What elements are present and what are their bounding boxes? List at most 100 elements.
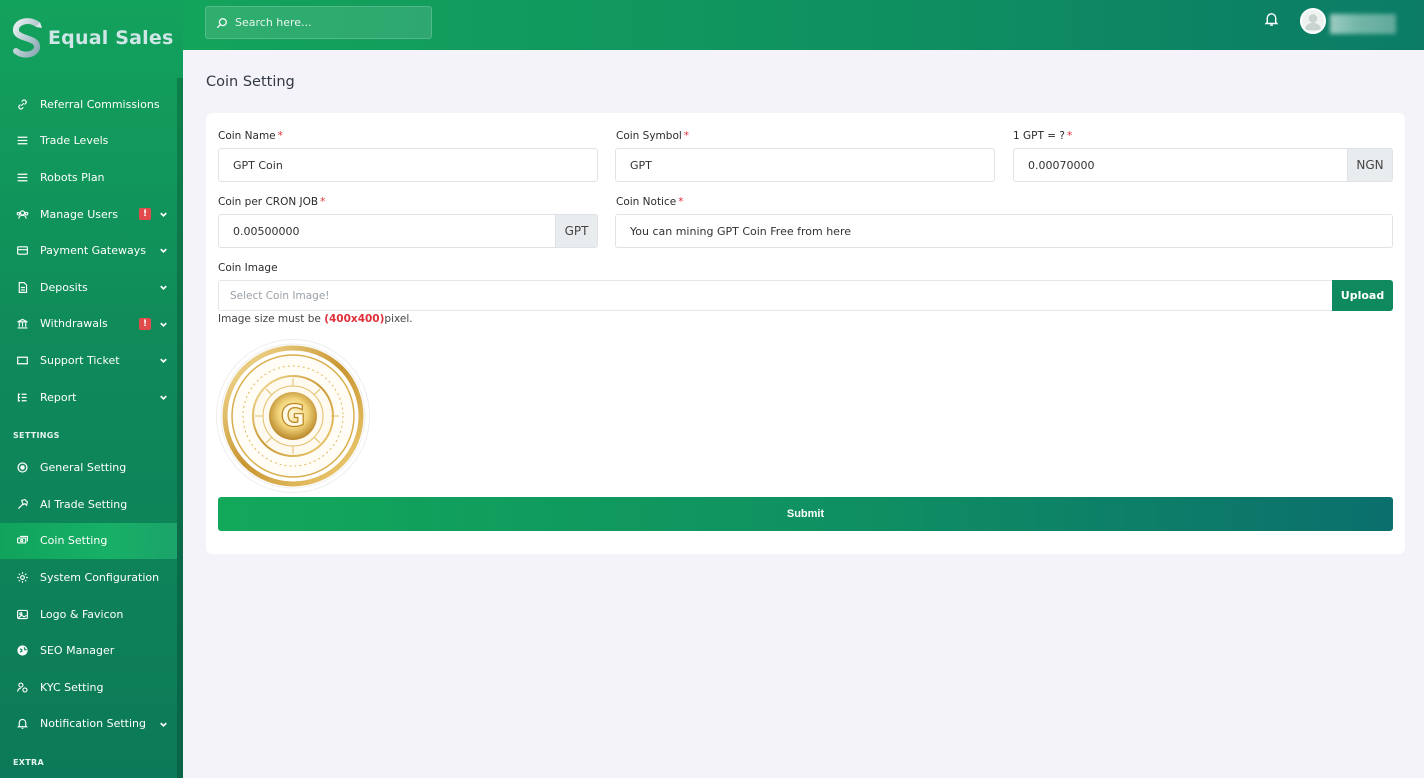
coin-name-label-text: Coin Name (218, 130, 276, 142)
sidebar-item-support-ticket[interactable]: Support Ticket (0, 342, 177, 379)
search-box[interactable] (205, 6, 432, 39)
topbar (183, 0, 1424, 50)
sidebar-item-label: Trade Levels (40, 134, 109, 148)
gear-icon (16, 461, 29, 474)
coin-name-label: Coin Name * (218, 130, 283, 142)
coins-icon (16, 534, 29, 547)
sidebar-menu: Referral Commissions Trade Levels Robots… (0, 86, 177, 776)
coin-symbol-input[interactable]: GPT (615, 148, 995, 182)
user-name-blurred[interactable] (1330, 14, 1396, 34)
brand-name: Equal Sales (48, 27, 174, 49)
sidebar-item-label: General Setting (40, 461, 127, 475)
sidebar-item-general-setting[interactable]: General Setting (0, 449, 177, 486)
chevron-down-icon (160, 212, 167, 217)
sidebar-item-report[interactable]: Report (0, 379, 177, 416)
alert-badge: ! (139, 207, 151, 220)
sidebar-item-label: Report (40, 390, 77, 404)
sidebar-item-manage-users[interactable]: Manage Users ! (0, 196, 177, 233)
coin-per-cron-label: Coin per CRON JOB * (218, 196, 325, 208)
sidebar-item-label: KYC Setting (40, 680, 104, 694)
coin-image-label: Coin Image (218, 262, 278, 274)
hint-prefix: Image size must be (218, 313, 325, 325)
sidebar-item-deposits[interactable]: Deposits (0, 269, 177, 306)
required-marker: * (1066, 130, 1073, 142)
sidebar-item-label: Coin Setting (40, 534, 108, 548)
chevron-down-icon (160, 358, 167, 364)
rate-label-text: 1 GPT = ? (1013, 130, 1065, 142)
sidebar-item-label: Payment Gateways (40, 244, 146, 258)
coin-notice-label: Coin Notice * (616, 196, 683, 208)
sidebar-item-label: Manage Users (40, 207, 118, 221)
image-icon (16, 608, 29, 621)
gold-coin-icon: G (220, 343, 366, 489)
sidebar-item-payment-gateways[interactable]: Payment Gateways (0, 232, 177, 269)
upload-button[interactable]: Upload (1332, 280, 1393, 311)
rate-label: 1 GPT = ? * (1013, 130, 1072, 142)
globe-icon (16, 644, 29, 657)
sidebar-item-notification-setting[interactable]: Notification Setting (0, 706, 177, 743)
sidebar-item-label: Logo & Favicon (40, 607, 124, 621)
chevron-down-icon (160, 285, 167, 291)
deposit-icon (16, 281, 29, 294)
chevron-down-icon (160, 322, 167, 327)
hammer-icon (16, 498, 29, 511)
sidebar-item-label: Robots Plan (40, 170, 105, 184)
required-marker: * (678, 196, 684, 208)
avatar[interactable] (1300, 8, 1326, 34)
sidebar-item-robots-plan[interactable]: Robots Plan (0, 159, 177, 196)
ticket-icon (16, 354, 29, 367)
coin-per-cron-label-text: Coin per CRON JOB (218, 196, 319, 208)
rate-input[interactable]: 0.00070000 (1013, 148, 1348, 182)
sidebar-item-system-configuration[interactable]: System Configuration (0, 559, 177, 596)
sidebar-item-label: AI Trade Setting (40, 497, 128, 511)
logo-mark-icon (13, 18, 42, 58)
sidebar: Equal Sales Referral Commissions Trade L… (0, 0, 183, 778)
sidebar-scrollbar[interactable] (177, 78, 183, 778)
user-check-icon (16, 681, 29, 694)
sidebar-item-label: Referral Commissions (40, 97, 160, 111)
coin-name-input[interactable]: GPT Coin (218, 148, 598, 182)
sidebar-item-kyc-setting[interactable]: KYC Setting (0, 669, 177, 706)
sidebar-item-ai-trade-setting[interactable]: AI Trade Setting (0, 486, 177, 523)
required-marker: * (320, 196, 326, 208)
sidebar-item-logo-favicon[interactable]: Logo & Favicon (0, 596, 177, 633)
search-input[interactable] (235, 16, 415, 29)
cog-icon (16, 571, 29, 584)
sidebar-item-trade-levels[interactable]: Trade Levels (0, 123, 177, 160)
coin-per-cron-input[interactable]: 0.00500000 (218, 214, 556, 248)
alert-badge: ! (139, 317, 151, 330)
hint-size: (400x400) (324, 313, 385, 325)
bell-icon (16, 717, 29, 730)
coin-per-cron-unit-addon: GPT (555, 214, 598, 248)
sidebar-item-label: Deposits (40, 280, 88, 294)
image-size-hint: Image size must be (400x400)pixel. (218, 313, 413, 325)
search-icon (216, 17, 227, 28)
bank-icon (16, 317, 29, 330)
users-icon (16, 208, 29, 221)
sidebar-item-referral-commissions[interactable]: Referral Commissions (0, 86, 177, 123)
menu-lines-icon (16, 134, 29, 147)
list-icon (16, 391, 29, 404)
required-marker: * (683, 130, 690, 142)
link-icon (16, 98, 29, 111)
sidebar-section-extra: EXTRA (13, 757, 44, 767)
sidebar-item-coin-setting[interactable]: Coin Setting (0, 522, 177, 560)
menu-lines-icon (16, 171, 29, 184)
submit-button[interactable]: Submit (218, 497, 1393, 531)
notification-bell-icon[interactable] (1264, 11, 1279, 27)
coin-symbol-label-text: Coin Symbol (616, 130, 682, 142)
chevron-down-icon (160, 395, 167, 400)
sidebar-item-label: Notification Setting (40, 717, 146, 731)
sidebar-section-settings: SETTINGS (13, 430, 60, 440)
sidebar-item-seo-manager[interactable]: SEO Manager (0, 632, 177, 669)
hint-suffix: pixel. (384, 313, 413, 325)
sidebar-item-withdrawals[interactable]: Withdrawals ! (0, 306, 177, 343)
card-icon (16, 244, 29, 257)
brand-logo[interactable]: Equal Sales (10, 14, 173, 62)
sidebar-item-label: SEO Manager (40, 644, 115, 658)
coin-image-file-input[interactable]: Select Coin Image! (218, 280, 1333, 311)
rate-currency-addon: NGN (1347, 148, 1393, 182)
coin-symbol-label: Coin Symbol * (616, 130, 689, 142)
page-title: Coin Setting (206, 74, 295, 90)
coin-notice-input[interactable]: You can mining GPT Coin Free from here (615, 214, 1393, 248)
